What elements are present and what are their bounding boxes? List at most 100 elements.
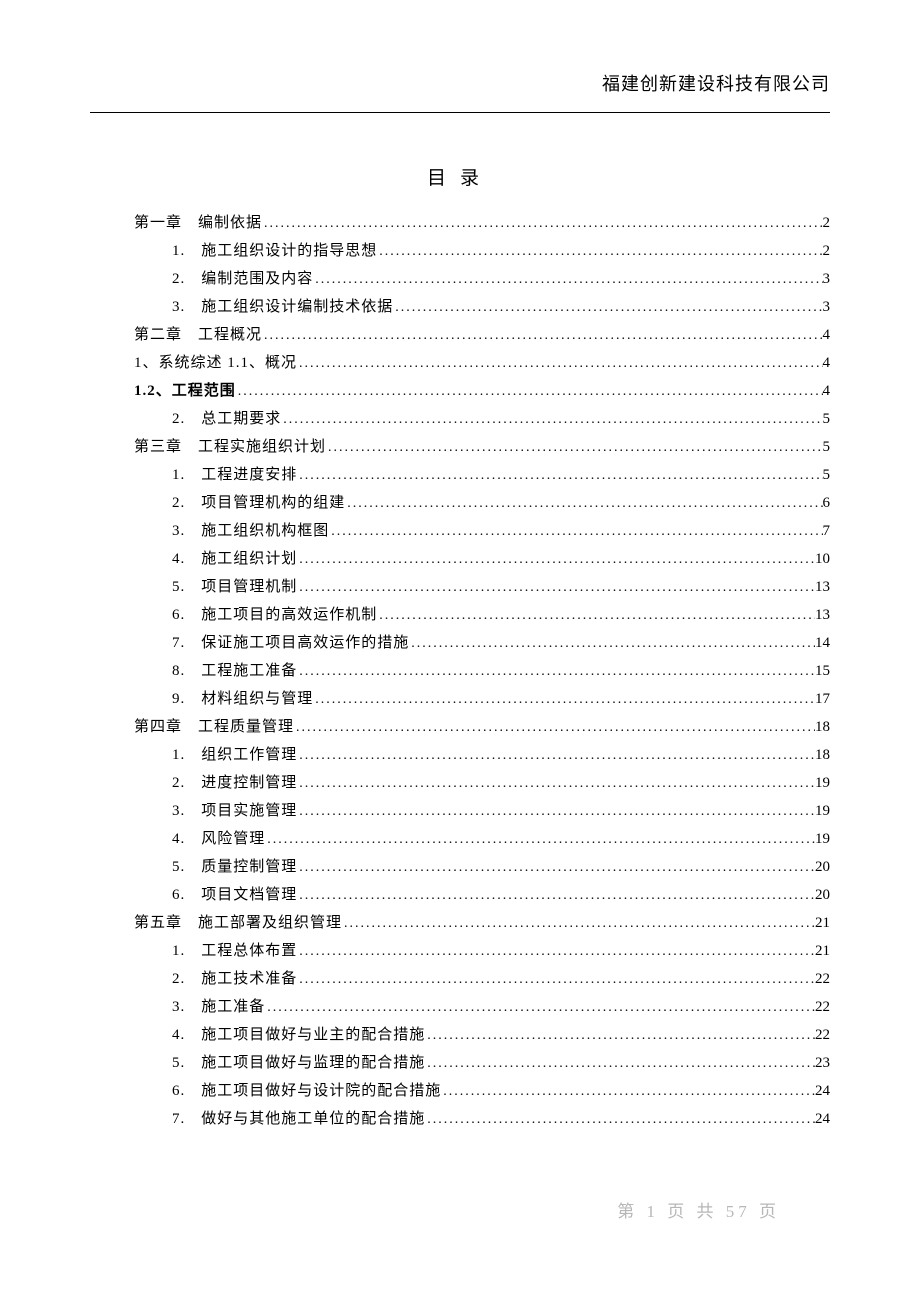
toc-leader-dots	[294, 721, 815, 735]
toc-entry-page: 19	[815, 776, 830, 791]
toc-entry-page: 19	[815, 804, 830, 819]
toc-entry-label: 5. 质量控制管理	[172, 860, 297, 875]
toc-entry[interactable]: 3. 施工准备22	[90, 1000, 830, 1015]
toc-entry-label: 4. 施工组织计划	[172, 552, 297, 567]
toc-entry-page: 5	[823, 412, 831, 427]
toc-leader-dots	[281, 413, 822, 427]
toc-leader-dots	[236, 385, 823, 399]
toc-entry[interactable]: 1、系统综述 1.1、概况4	[90, 356, 830, 371]
toc-entry[interactable]: 第五章 施工部署及组织管理21	[90, 916, 830, 931]
toc-entry[interactable]: 4. 施工项目做好与业主的配合措施22	[90, 1028, 830, 1043]
toc-entry-label: 第四章 工程质量管理	[134, 720, 294, 735]
toc-entry-page: 24	[815, 1112, 830, 1127]
toc-entry[interactable]: 5. 施工项目做好与监理的配合措施23	[90, 1056, 830, 1071]
header-rule	[90, 112, 830, 113]
toc-leader-dots	[326, 441, 822, 455]
toc-entry-label: 2. 施工技术准备	[172, 972, 297, 987]
toc-entry[interactable]: 第一章 编制依据 2	[90, 216, 830, 231]
toc-entry[interactable]: 2. 进度控制管理19	[90, 776, 830, 791]
toc-entry[interactable]: 7. 做好与其他施工单位的配合措施24	[90, 1112, 830, 1127]
toc-entry-page: 18	[815, 720, 830, 735]
toc-entry-page: 20	[815, 860, 830, 875]
toc-entry[interactable]: 5. 质量控制管理 20	[90, 860, 830, 875]
toc-entry[interactable]: 2. 总工期要求5	[90, 412, 830, 427]
toc-leader-dots	[297, 973, 815, 987]
toc-leader-dots	[297, 553, 815, 567]
toc-entry-label: 3. 施工组织设计编制技术依据	[172, 300, 393, 315]
toc-entry[interactable]: 3. 项目实施管理 19	[90, 804, 830, 819]
toc-entry[interactable]: 7. 保证施工项目高效运作的措施14	[90, 636, 830, 651]
toc-entry-label: 第五章 施工部署及组织管理	[134, 916, 342, 931]
toc-entry-label: 5. 施工项目做好与监理的配合措施	[172, 1056, 425, 1071]
toc-entry[interactable]: 2. 项目管理机构的组建6	[90, 496, 830, 511]
toc-entry-page: 22	[815, 972, 830, 987]
toc-entry[interactable]: 2. 编制范围及内容3	[90, 272, 830, 287]
toc-leader-dots	[262, 217, 822, 231]
toc-entry-page: 4	[823, 384, 831, 399]
toc-entry-page: 3	[823, 300, 831, 315]
toc-entry-label: 3. 施工组织机构框图	[172, 524, 329, 539]
toc-entry[interactable]: 1. 工程总体布置21	[90, 944, 830, 959]
toc-entry-page: 13	[815, 608, 830, 623]
toc-entry[interactable]: 9. 材料组织与管理17	[90, 692, 830, 707]
document-page: 福建创新建设科技有限公司 目录 第一章 编制依据 2 1. 施工组织设计的指导思想2…	[0, 0, 920, 1200]
toc-entry-label: 2. 项目管理机构的组建	[172, 496, 345, 511]
toc-entry[interactable]: 3. 施工组织设计编制技术依据 3	[90, 300, 830, 315]
toc-entry[interactable]: 1. 组织工作管理18	[90, 748, 830, 763]
toc-leader-dots	[393, 301, 822, 315]
toc-entry-label: 9. 材料组织与管理	[172, 692, 313, 707]
toc-leader-dots	[329, 525, 822, 539]
toc-entry[interactable]: 6. 项目文档管理20	[90, 888, 830, 903]
toc-entry[interactable]: 第四章 工程质量管理 18	[90, 720, 830, 735]
toc-entry-label: 1. 工程进度安排	[172, 468, 297, 483]
toc-entry-page: 15	[815, 664, 830, 679]
toc-entry-label: 4. 风险管理	[172, 832, 265, 847]
toc-entry-label: 7. 保证施工项目高效运作的措施	[172, 636, 409, 651]
toc-entry-label: 1、系统综述 1.1、概况	[134, 356, 297, 371]
toc-entry-label: 8. 工程施工准备	[172, 664, 297, 679]
toc-entry-label: 第二章 工程概况	[134, 328, 262, 343]
toc-entry-label: 3. 项目实施管理	[172, 804, 297, 819]
toc-leader-dots	[377, 245, 822, 259]
toc-entry-page: 4	[823, 328, 831, 343]
toc-entry[interactable]: 第三章 工程实施组织计划 5	[90, 440, 830, 455]
toc-entry[interactable]: 3. 施工组织机构框图7	[90, 524, 830, 539]
toc-entry[interactable]: 第二章 工程概况 4	[90, 328, 830, 343]
toc-leader-dots	[342, 917, 815, 931]
toc-leader-dots	[441, 1085, 815, 1099]
toc-leader-dots	[377, 609, 815, 623]
toc-leader-dots	[297, 749, 815, 763]
toc-entry-label: 2. 编制范围及内容	[172, 272, 313, 287]
toc-entry-page: 5	[823, 440, 831, 455]
toc-entry-page: 24	[815, 1084, 830, 1099]
toc-entry[interactable]: 1.2、工程范围 4	[90, 384, 830, 399]
toc-leader-dots	[265, 833, 815, 847]
toc-title: 目录	[90, 163, 830, 190]
toc-entry-page: 19	[815, 832, 830, 847]
toc-leader-dots	[345, 497, 822, 511]
toc-entry-label: 第三章 工程实施组织计划	[134, 440, 326, 455]
toc-entry-page: 20	[815, 888, 830, 903]
toc-entry-label: 1. 组织工作管理	[172, 748, 297, 763]
toc-entry[interactable]: 5. 项目管理机制13	[90, 580, 830, 595]
toc-entry[interactable]: 4. 施工组织计划 10	[90, 552, 830, 567]
toc-entry-label: 1.2、工程范围	[134, 384, 236, 399]
toc-entry[interactable]: 6. 施工项目做好与设计院的配合措施24	[90, 1084, 830, 1099]
toc-leader-dots	[425, 1113, 815, 1127]
toc-leader-dots	[297, 777, 815, 791]
toc-entry[interactable]: 6. 施工项目的高效运作机制13	[90, 608, 830, 623]
toc-entry-page: 10	[815, 552, 830, 567]
toc-entry-label: 第一章 编制依据	[134, 216, 262, 231]
toc-leader-dots	[297, 889, 815, 903]
toc-entry[interactable]: 1. 施工组织设计的指导思想2	[90, 244, 830, 259]
toc-entry[interactable]: 1. 工程进度安排5	[90, 468, 830, 483]
toc-leader-dots	[297, 357, 822, 371]
toc-entry-label: 1. 工程总体布置	[172, 944, 297, 959]
toc-entry[interactable]: 4. 风险管理 19	[90, 832, 830, 847]
toc-entry[interactable]: 2. 施工技术准备 22	[90, 972, 830, 987]
toc-entry-page: 22	[815, 1000, 830, 1015]
toc-entry[interactable]: 8. 工程施工准备 15	[90, 664, 830, 679]
page-footer: 第 1 页 共 57 页	[617, 1197, 780, 1222]
toc-entry-page: 2	[823, 216, 831, 231]
header-company-name: 福建创新建设科技有限公司	[90, 70, 830, 96]
